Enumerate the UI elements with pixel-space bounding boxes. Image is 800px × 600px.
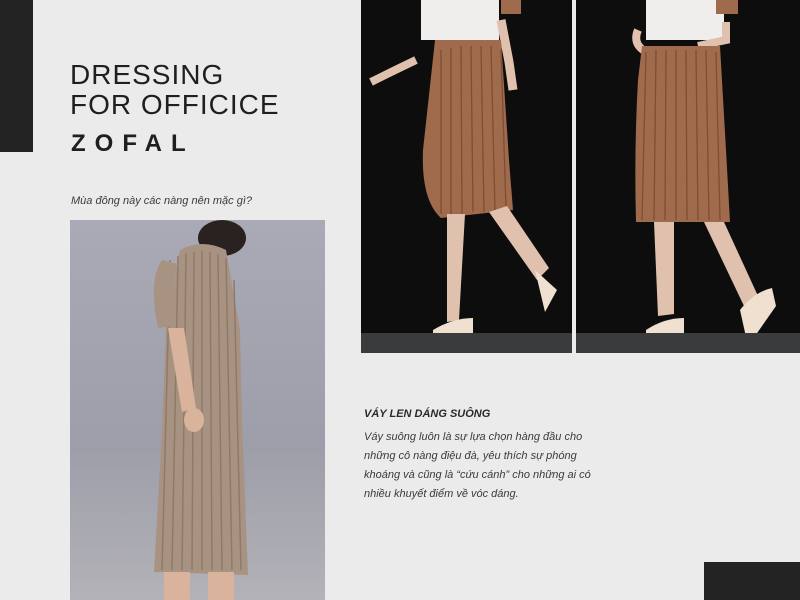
dress-photo — [70, 220, 325, 600]
section-description: Váy suông luôn là sự lựa chọn hàng đầu c… — [364, 428, 614, 504]
description-line: nhiều khuyết điểm về vóc dáng. — [364, 488, 519, 500]
brand-name: ZOFAL — [71, 130, 195, 157]
intro-question: Mùa đông này các nàng nên mặc gì? — [71, 195, 253, 207]
title-line: FOR OFFICICE — [70, 89, 280, 120]
skirt-walking-illustration — [361, 0, 572, 353]
description-line: khoáng và cũng là “cứu cánh” cho những a… — [364, 469, 591, 481]
dress-illustration — [153, 220, 248, 600]
decorative-dark-block — [704, 562, 800, 600]
skirt-standing-illustration — [576, 0, 800, 353]
decorative-dark-block — [0, 0, 33, 152]
skirt-photo-standing — [576, 0, 800, 353]
description-line: Váy suông luôn là sự lựa chọn hàng đầu c… — [364, 431, 583, 443]
skirt-photo-walking — [361, 0, 572, 353]
section-title: VÁY LEN DÁNG SUÔNG — [364, 408, 491, 420]
description-line: những cô nàng điệu đà, yêu thích sự phón… — [364, 450, 577, 462]
page-title: DRESSING FOR OFFICICE — [70, 60, 280, 120]
title-line: DRESSING — [70, 59, 225, 90]
